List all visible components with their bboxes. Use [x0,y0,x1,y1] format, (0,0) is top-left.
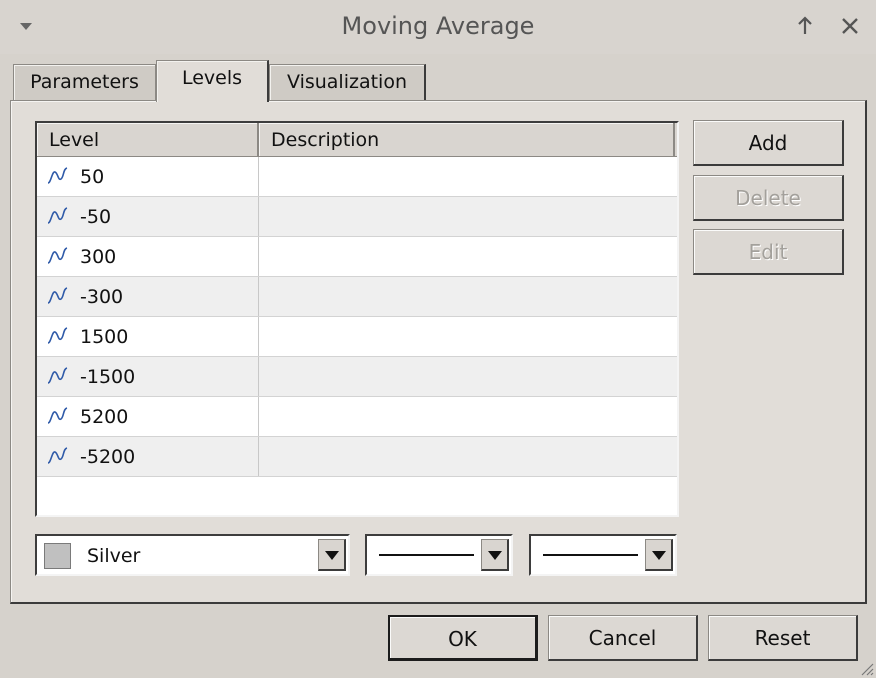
color-select-value: Silver [87,545,141,567]
description-cell[interactable] [259,197,677,236]
level-line-icon [47,367,68,384]
level-line-icon [47,207,68,224]
line-width-select[interactable] [529,534,677,576]
table-header: Level Description [37,123,677,157]
levels-table[interactable]: Level Description 50 -50 300 -300 1500 -1500 5… [35,121,679,517]
level-value: 50 [80,166,105,188]
chevron-down-icon[interactable] [481,539,509,571]
level-cell[interactable]: 1500 [37,317,259,356]
level-value: -5200 [80,446,136,468]
add-button[interactable]: Add [693,120,844,166]
level-line-icon [47,447,68,464]
close-icon[interactable] [838,14,862,38]
ok-button[interactable]: OK [388,615,538,661]
level-line-icon [47,407,68,424]
level-line-icon [47,167,68,184]
level-value: -50 [80,206,112,228]
level-value: -300 [80,286,124,308]
column-header-description[interactable]: Description [259,123,675,156]
level-cell[interactable]: -300 [37,277,259,316]
table-row[interactable]: -5200 [37,437,677,477]
chevron-down-icon[interactable] [645,539,673,571]
color-select[interactable]: Silver [35,534,350,576]
description-cell[interactable] [259,357,677,396]
level-line-icon [47,287,68,304]
description-cell[interactable] [259,237,677,276]
level-value: -1500 [80,366,136,388]
level-cell[interactable]: 5200 [37,397,259,436]
description-cell[interactable] [259,397,677,436]
delete-button[interactable]: Delete [693,175,844,221]
description-cell[interactable] [259,277,677,316]
edit-button[interactable]: Edit [693,229,844,275]
description-cell[interactable] [259,157,677,196]
tab-visualization[interactable]: Visualization [269,64,426,102]
level-value: 300 [80,246,117,268]
table-row[interactable]: -300 [37,277,677,317]
level-line-icon [47,247,68,264]
level-cell[interactable]: -50 [37,197,259,236]
table-row[interactable]: 5200 [37,397,677,437]
tab-parameters[interactable]: Parameters [13,64,156,102]
reset-button[interactable]: Reset [708,615,858,661]
line-style-preview [379,554,474,556]
level-cell[interactable]: -5200 [37,437,259,476]
level-line-icon [47,327,68,344]
table-row[interactable]: -50 [37,197,677,237]
line-style-select[interactable] [365,534,513,576]
window-title: Moving Average [341,12,535,40]
level-cell[interactable]: 50 [37,157,259,196]
color-swatch [44,543,71,569]
cancel-button[interactable]: Cancel [548,615,698,661]
arrow-up-icon[interactable] [793,14,817,38]
level-value: 1500 [80,326,129,348]
level-cell[interactable]: -1500 [37,357,259,396]
level-value: 5200 [80,406,129,428]
table-row[interactable]: -1500 [37,357,677,397]
description-cell[interactable] [259,317,677,356]
title-bar: Moving Average [0,0,876,54]
table-row[interactable]: 50 [37,157,677,197]
column-header-level[interactable]: Level [37,123,259,156]
resize-grip-icon[interactable] [858,660,874,676]
description-cell[interactable] [259,437,677,476]
level-cell[interactable]: 300 [37,237,259,276]
line-width-preview [543,554,638,556]
tab-levels[interactable]: Levels [156,60,269,102]
table-row[interactable]: 1500 [37,317,677,357]
table-row[interactable]: 300 [37,237,677,277]
chevron-down-icon[interactable] [318,539,346,571]
